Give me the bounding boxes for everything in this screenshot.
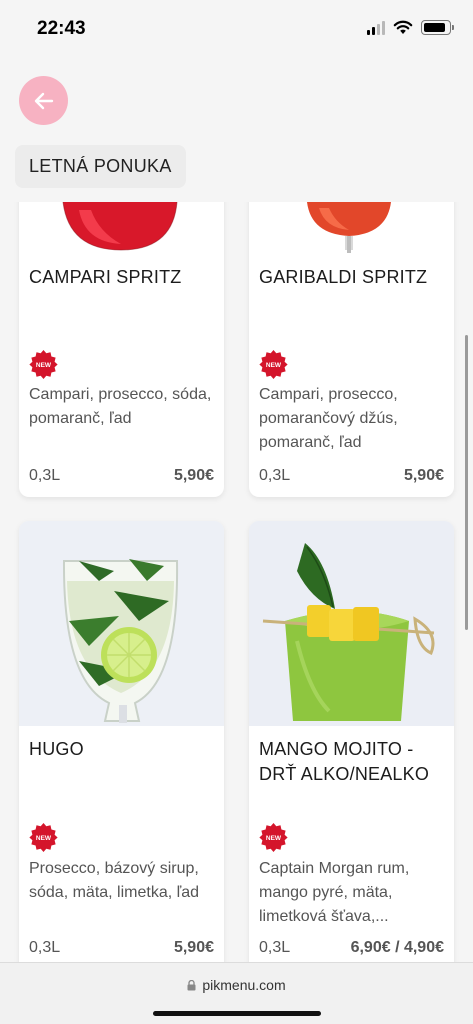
status-bar: 22:43 <box>0 0 473 60</box>
svg-text:NEW: NEW <box>266 835 282 842</box>
product-card-campari-spritz[interactable]: CAMPARI SPRITZ NEW Campari, prosecco, só… <box>19 202 224 497</box>
new-badge-icon: NEW <box>29 823 58 852</box>
battery-icon <box>421 20 454 35</box>
product-name: GARIBALDI SPRITZ <box>259 267 428 287</box>
arrow-left-icon <box>34 92 53 109</box>
product-card-hugo[interactable]: HUGO NEW Prosecco, bázový sirup, sóda, m… <box>19 521 224 962</box>
new-badge-icon: NEW <box>259 823 288 852</box>
product-description: Campari, prosecco, sóda, pomaranč, ľad <box>29 386 212 427</box>
product-name: MANGO MOJITO - DRŤ ALKO/NEALKO <box>259 739 430 784</box>
url-bar[interactable]: pikmenu.com <box>0 977 473 993</box>
product-grid: CAMPARI SPRITZ NEW Campari, prosecco, só… <box>0 202 473 962</box>
product-name: HUGO <box>29 739 84 759</box>
scrollbar[interactable] <box>465 335 468 630</box>
product-price: 5,90€ <box>173 467 214 484</box>
status-icons <box>367 20 454 35</box>
product-card-garibaldi-spritz[interactable]: GARIBALDI SPRITZ NEW Campari, prosecco, … <box>249 202 454 497</box>
product-image <box>249 202 454 253</box>
product-price: 6,90€ / 4,90€ <box>350 939 444 956</box>
product-image <box>19 202 224 253</box>
lock-icon <box>187 979 196 990</box>
product-name: CAMPARI SPRITZ <box>29 267 182 287</box>
product-price: 5,90€ <box>173 939 214 956</box>
product-image <box>249 521 454 726</box>
browser-bar: pikmenu.com <box>0 962 473 1024</box>
svg-text:NEW: NEW <box>36 835 52 842</box>
product-card-mango-mojito[interactable]: MANGO MOJITO - DRŤ ALKO/NEALKO NEW Capta… <box>249 521 454 962</box>
new-badge-icon: NEW <box>29 350 58 379</box>
url-text: pikmenu.com <box>202 977 286 993</box>
status-time: 22:43 <box>37 18 86 39</box>
product-volume: 0,3L <box>259 939 291 956</box>
new-badge-icon: NEW <box>259 350 288 379</box>
wifi-icon <box>393 20 413 34</box>
product-volume: 0,3L <box>29 939 61 956</box>
section-title[interactable]: LETNÁ PONUKA <box>15 145 186 188</box>
home-indicator[interactable] <box>153 1011 321 1016</box>
product-volume: 0,3L <box>259 467 291 484</box>
product-description: Prosecco, bázový sirup, sóda, mäta, lime… <box>29 860 200 901</box>
back-button[interactable] <box>19 76 68 125</box>
product-image <box>19 521 224 726</box>
product-volume: 0,3L <box>29 467 61 484</box>
svg-text:NEW: NEW <box>266 362 282 369</box>
product-description: Campari, prosecco, pomarančový džús, pom… <box>259 386 398 451</box>
cellular-signal-icon <box>367 20 385 35</box>
product-price: 5,90€ <box>403 467 444 484</box>
svg-text:NEW: NEW <box>36 362 52 369</box>
product-description: Captain Morgan rum, mango pyré, mäta, li… <box>259 860 410 925</box>
